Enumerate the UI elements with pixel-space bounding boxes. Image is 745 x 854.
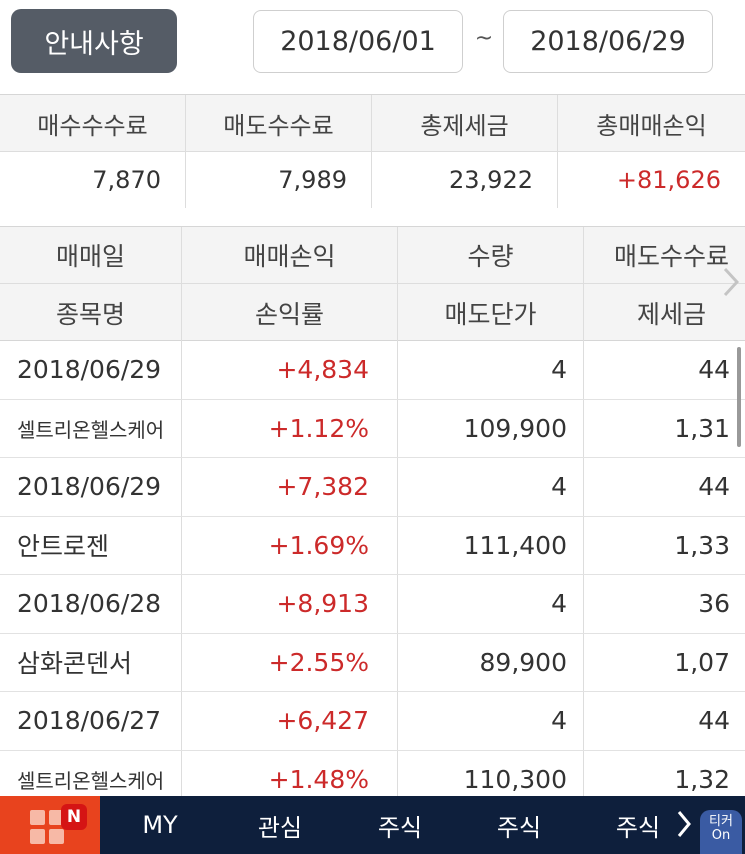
cell-stock-name: 셀트리온헬스케어 xyxy=(0,750,182,796)
nav-item-stock-3[interactable]: 주식 xyxy=(598,796,678,854)
cell-trade-date: 2018/06/29 xyxy=(0,341,182,399)
chevron-right-icon[interactable] xyxy=(716,262,745,302)
cell-return-rate: +1.12% xyxy=(182,399,398,457)
top-bar: 안내사항 2018/06/01 ~ 2018/06/29 xyxy=(0,0,745,94)
cell-quantity: 4 xyxy=(398,458,584,516)
cell-tax: 1,31 xyxy=(674,413,730,443)
summary-sell-fee: 7,989 xyxy=(186,152,372,208)
cell-trade-pnl: +6,427 xyxy=(182,692,398,750)
cell-sell-price: 109,900 xyxy=(398,399,584,457)
nav-item-stock-2[interactable]: 주식 xyxy=(479,796,559,854)
cell-return-rate: +1.48% xyxy=(182,750,398,796)
nav-item-watchlist[interactable]: 관심 xyxy=(240,796,320,854)
cell-stock-name: 셀트리온헬스케어 xyxy=(0,399,182,457)
cell-tax: 1,32 xyxy=(674,764,730,794)
table-body: 2018/06/29 +4,834 4 44 셀트리온헬스케어 +1.12% 1… xyxy=(0,341,745,796)
cell-sell-price: 111,400 xyxy=(398,516,584,574)
table-row[interactable]: 삼화콘덴서 +2.55% 89,900 1,07 xyxy=(0,633,745,692)
cell-quantity: 4 xyxy=(398,575,584,633)
header-trade-date: 매매일 xyxy=(0,227,182,283)
table-row[interactable]: 2018/06/28 +8,913 4 36 xyxy=(0,575,745,634)
cell-return-rate: +1.69% xyxy=(182,516,398,574)
table-row[interactable]: 2018/06/27 +6,427 4 44 xyxy=(0,692,745,751)
cell-return-rate: +2.55% xyxy=(182,633,398,691)
table-row[interactable]: 셀트리온헬스케어 +1.12% 109,900 1,31 xyxy=(0,399,745,458)
table-row[interactable]: 셀트리온헬스케어 +1.48% 110,300 1,32 xyxy=(0,750,745,796)
cell-sell-fee: 44 xyxy=(698,355,730,385)
summary-total-pnl: +81,626 xyxy=(616,166,721,194)
ticker-label: 티커 xyxy=(709,814,733,829)
cell-quantity: 4 xyxy=(398,341,584,399)
header-return-rate: 손익률 xyxy=(182,284,398,341)
ticker-state: On xyxy=(711,828,731,843)
cell-sell-fee: 36 xyxy=(698,589,730,619)
summary-header-buy-fee: 매수수수료 xyxy=(0,95,186,151)
nav-item-my[interactable]: MY xyxy=(120,796,200,854)
cell-sell-fee: 44 xyxy=(698,472,730,502)
cell-tax: 1,07 xyxy=(674,647,730,677)
start-date-field[interactable]: 2018/06/01 xyxy=(253,10,463,73)
cell-trade-pnl: +4,834 xyxy=(182,341,398,399)
new-badge: N xyxy=(61,804,87,830)
table-header: 매매일 매매손익 수량 매도수수료 종목명 손익률 매도단가 제세금 xyxy=(0,227,745,341)
cell-trade-pnl: +7,382 xyxy=(182,458,398,516)
summary-total-tax: 23,922 xyxy=(372,152,558,208)
table-header-row-1: 매매일 매매손익 수량 매도수수료 xyxy=(0,227,745,284)
cell-stock-name: 안트로젠 xyxy=(0,516,182,574)
nav-item-stock-1[interactable]: 주식 xyxy=(360,796,440,854)
summary-value-row: 7,870 7,989 23,922 +81,626 xyxy=(0,152,745,208)
cell-quantity: 4 xyxy=(398,692,584,750)
cell-sell-price: 89,900 xyxy=(398,633,584,691)
summary-header-total-pnl: 총매매손익 xyxy=(596,111,707,140)
header-quantity: 수량 xyxy=(398,227,584,283)
menu-button[interactable]: N xyxy=(0,796,100,854)
cell-trade-date: 2018/06/28 xyxy=(0,575,182,633)
cell-sell-price: 110,300 xyxy=(398,750,584,796)
chevron-right-icon[interactable] xyxy=(672,804,696,844)
table-header-row-2: 종목명 손익률 매도단가 제세금 xyxy=(0,284,745,341)
cell-trade-pnl: +8,913 xyxy=(182,575,398,633)
table-row[interactable]: 2018/06/29 +4,834 4 44 xyxy=(0,341,745,400)
notice-button[interactable]: 안내사항 xyxy=(11,9,177,73)
summary-header-sell-fee: 매도수수료 xyxy=(186,95,372,151)
ticker-toggle[interactable]: 티커 On xyxy=(700,810,742,854)
cell-trade-date: 2018/06/29 xyxy=(0,458,182,516)
bottom-navigation: N MY 관심 주식 주식 주식 티커 On xyxy=(0,796,745,854)
summary-header-total-tax: 총제세금 xyxy=(372,95,558,151)
summary-header-row: 매수수수료 매도수수료 총제세금 총매매손익 xyxy=(0,95,745,152)
end-date-field[interactable]: 2018/06/29 xyxy=(503,10,713,73)
summary-buy-fee: 7,870 xyxy=(0,152,186,208)
trade-history-table[interactable]: 매매일 매매손익 수량 매도수수료 종목명 손익률 매도단가 제세금 2018/… xyxy=(0,226,745,796)
header-trade-pnl: 매매손익 xyxy=(182,227,398,283)
cell-sell-fee: 44 xyxy=(698,706,730,736)
header-sell-price: 매도단가 xyxy=(398,284,584,341)
table-row[interactable]: 2018/06/29 +7,382 4 44 xyxy=(0,458,745,517)
summary-table: 매수수수료 매도수수료 총제세금 총매매손익 7,870 7,989 23,92… xyxy=(0,94,745,208)
header-stock-name: 종목명 xyxy=(0,284,182,341)
table-row[interactable]: 안트로젠 +1.69% 111,400 1,33 xyxy=(0,516,745,575)
cell-tax: 1,33 xyxy=(674,530,730,560)
cell-trade-date: 2018/06/27 xyxy=(0,692,182,750)
date-separator: ~ xyxy=(474,26,494,51)
vertical-scrollbar[interactable] xyxy=(737,347,741,447)
cell-stock-name: 삼화콘덴서 xyxy=(0,633,182,691)
